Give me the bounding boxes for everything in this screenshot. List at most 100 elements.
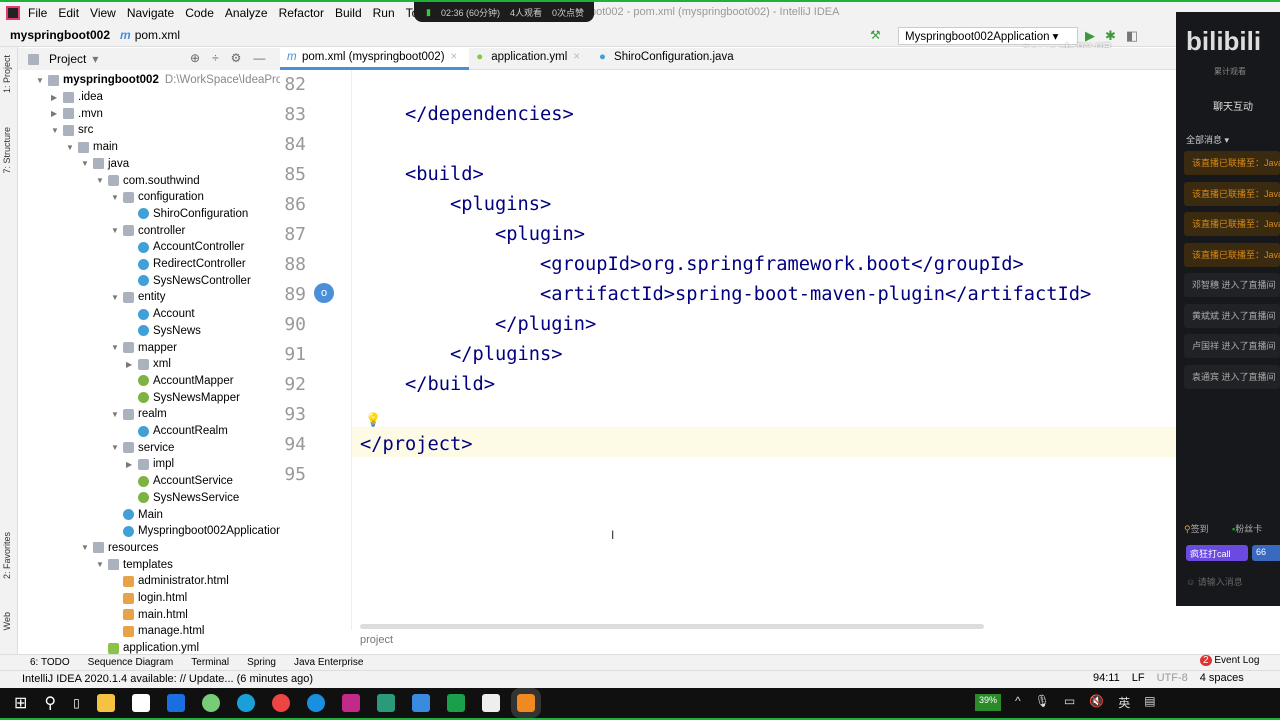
tree-item[interactable]: ▼ src xyxy=(51,122,93,139)
menu-analyze[interactable]: Analyze xyxy=(225,6,268,20)
tree-item[interactable]: AccountService xyxy=(126,473,233,490)
chrome-icon[interactable] xyxy=(271,694,290,712)
tab-2[interactable]: ● ShiroConfiguration.java xyxy=(592,48,746,70)
edge-icon[interactable] xyxy=(236,694,255,712)
tree-item[interactable]: AccountRealm xyxy=(126,423,228,440)
lightbulb-icon[interactable]: 💡 xyxy=(365,412,381,428)
menu-build[interactable]: Build xyxy=(335,6,362,20)
tree-item[interactable]: SysNews xyxy=(126,323,201,340)
expanded-arrow-icon[interactable]: ▼ xyxy=(111,410,123,419)
collapse-icon[interactable]: ÷ xyxy=(212,51,219,65)
tab-0[interactable]: m pom.xml (myspringboot002) × xyxy=(280,48,470,70)
checkin-button[interactable]: ⚲签到 xyxy=(1184,522,1209,535)
collapsed-arrow-icon[interactable]: ▶ xyxy=(126,360,138,369)
stripe-favorites[interactable]: 2: Favorites xyxy=(2,532,12,579)
code-line[interactable]: </project> xyxy=(360,430,473,460)
intellij-icon[interactable] xyxy=(341,694,360,712)
file-encoding[interactable]: UTF-8 xyxy=(1157,672,1188,684)
close-tab-icon[interactable]: × xyxy=(573,51,580,63)
build-hammer-icon[interactable]: ⚒ xyxy=(870,28,881,42)
search-icon[interactable]: ⚲ xyxy=(44,693,56,713)
tree-item[interactable]: Myspringboot002Application xyxy=(111,523,280,540)
tree-item[interactable]: ▼ realm xyxy=(111,406,167,423)
chat-input[interactable]: ☺ 请输入消息 xyxy=(1186,575,1243,588)
tree-item[interactable]: ▼ configuration xyxy=(111,189,204,206)
typora-icon[interactable] xyxy=(481,694,500,712)
task-view-icon[interactable]: ▯ xyxy=(73,696,80,710)
expanded-arrow-icon[interactable]: ▼ xyxy=(111,226,123,235)
tool-tab-3[interactable]: Spring xyxy=(247,657,276,668)
locate-icon[interactable]: ⊕ xyxy=(190,51,200,65)
tree-item[interactable]: ▶ .mvn xyxy=(51,105,103,122)
ie-icon[interactable] xyxy=(306,694,325,712)
tree-item[interactable]: ▼ entity xyxy=(111,289,166,306)
event-log-button[interactable]: 2 Event Log xyxy=(1200,655,1259,666)
windows-start-icon[interactable]: ⊞ xyxy=(14,693,27,713)
tree-item[interactable]: ▶ .idea xyxy=(51,89,103,106)
tree-item[interactable]: main.html xyxy=(111,606,188,623)
menu-edit[interactable]: Edit xyxy=(58,6,79,20)
expanded-arrow-icon[interactable]: ▼ xyxy=(111,193,123,202)
expanded-arrow-icon[interactable]: ▼ xyxy=(96,176,108,185)
wechat-icon[interactable] xyxy=(201,694,220,712)
menu-navigate[interactable]: Navigate xyxy=(127,6,174,20)
tree-item[interactable]: ▼ java xyxy=(81,156,129,173)
code-line[interactable]: <artifactId>spring-boot-maven-plugin</ar… xyxy=(540,280,1091,310)
sixsix-button[interactable]: 66 xyxy=(1252,545,1280,561)
tree-item[interactable]: ▼ myspringboot002 D:\WorkSpace\IdeaProject… xyxy=(36,72,280,89)
tree-item[interactable]: ▼ main xyxy=(66,139,118,156)
tree-item[interactable]: SysNewsController xyxy=(126,272,251,289)
menu-run[interactable]: Run xyxy=(373,6,395,20)
tool-tab-1[interactable]: Sequence Diagram xyxy=(88,657,174,668)
datagrip-icon[interactable] xyxy=(376,694,395,712)
tree-item[interactable]: RedirectController xyxy=(126,256,246,273)
tree-item[interactable]: AccountMapper xyxy=(126,373,234,390)
chevron-down-icon[interactable]: ▾ xyxy=(92,52,98,66)
feishu-icon[interactable] xyxy=(411,694,430,712)
notification-icon[interactable]: ▤ xyxy=(1144,694,1155,711)
tree-item[interactable]: SysNewsService xyxy=(126,490,239,507)
expanded-arrow-icon[interactable]: ▼ xyxy=(81,159,93,168)
caret-position[interactable]: 94:11 xyxy=(1093,672,1120,684)
code-line[interactable]: <build> xyxy=(405,160,484,190)
store-icon[interactable] xyxy=(131,694,150,712)
stripe-structure[interactable]: 7: Structure xyxy=(2,127,12,174)
override-marker-icon[interactable]: o xyxy=(314,283,334,303)
expanded-arrow-icon[interactable]: ▼ xyxy=(51,126,63,135)
tree-item[interactable]: ▶ xml xyxy=(126,356,171,373)
tree-item[interactable]: ▶ impl xyxy=(126,456,174,473)
network-icon[interactable]: ▭ xyxy=(1064,694,1075,711)
chat-title[interactable]: 聊天互动 xyxy=(1213,98,1253,113)
horizontal-scrollbar[interactable] xyxy=(360,624,984,629)
tree-item[interactable]: Main xyxy=(111,506,163,523)
call-button[interactable]: 疯狂打call xyxy=(1186,545,1248,561)
menu-file[interactable]: File xyxy=(28,6,47,20)
hide-icon[interactable]: — xyxy=(253,51,265,65)
file-explorer-icon[interactable] xyxy=(96,694,115,712)
hbuilder-icon[interactable] xyxy=(446,694,465,712)
tool-tab-4[interactable]: Java Enterprise xyxy=(294,657,363,668)
tree-item[interactable]: ▼ resources xyxy=(81,540,159,557)
tree-item[interactable]: login.html xyxy=(111,590,187,607)
stripe-project[interactable]: 1: Project xyxy=(2,55,12,93)
menu-code[interactable]: Code xyxy=(185,6,214,20)
menu-view[interactable]: View xyxy=(90,6,116,20)
code-editor[interactable]: 💡 I </dependencies> <build> <plugins> <plug… xyxy=(352,70,1176,630)
menu-refactor[interactable]: Refactor xyxy=(279,6,324,20)
code-line[interactable]: </plugins> xyxy=(450,340,563,370)
emoji-icon[interactable]: ☺ xyxy=(1186,577,1195,587)
line-separator[interactable]: LF xyxy=(1132,672,1145,684)
tool-tab-0[interactable]: 6: TODO xyxy=(30,657,70,668)
volume-icon[interactable]: 🔇 xyxy=(1089,694,1104,711)
expanded-arrow-icon[interactable]: ▼ xyxy=(111,443,123,452)
expanded-arrow-icon[interactable]: ▼ xyxy=(96,560,108,569)
tool-tab-2[interactable]: Terminal xyxy=(191,657,229,668)
tree-item[interactable]: application.yml xyxy=(96,640,199,654)
expanded-arrow-icon[interactable]: ▼ xyxy=(111,343,123,352)
mic-icon[interactable]: 🎙 xyxy=(1035,694,1050,711)
tree-item[interactable]: ▼ controller xyxy=(111,222,185,239)
code-line[interactable]: <plugins> xyxy=(450,190,551,220)
gear-icon[interactable]: ⚙ xyxy=(231,51,242,65)
tab-1[interactable]: ● application.yml × xyxy=(469,48,592,70)
chat-filter[interactable]: 全部消息 ▾ xyxy=(1186,133,1229,146)
